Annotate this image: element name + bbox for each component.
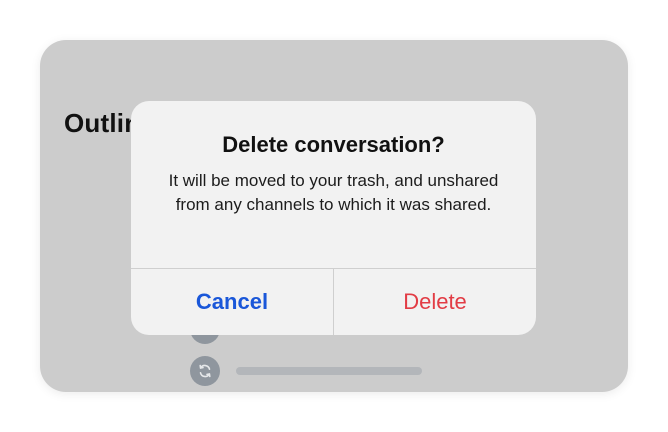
delete-conversation-dialog: Delete conversation? It will be moved to… — [131, 101, 536, 335]
cancel-button[interactable]: Cancel — [131, 269, 334, 335]
delete-button[interactable]: Delete — [334, 269, 536, 335]
refresh-icon — [190, 356, 220, 386]
placeholder-line — [236, 367, 422, 375]
background-row — [190, 356, 422, 386]
screen: Outline Delete conversation? It will be … — [0, 0, 668, 432]
dialog-title: Delete conversation? — [222, 132, 445, 157]
dialog-message: It will be moved to your trash, and unsh… — [168, 171, 499, 214]
dialog-button-row: Cancel Delete — [131, 268, 536, 335]
